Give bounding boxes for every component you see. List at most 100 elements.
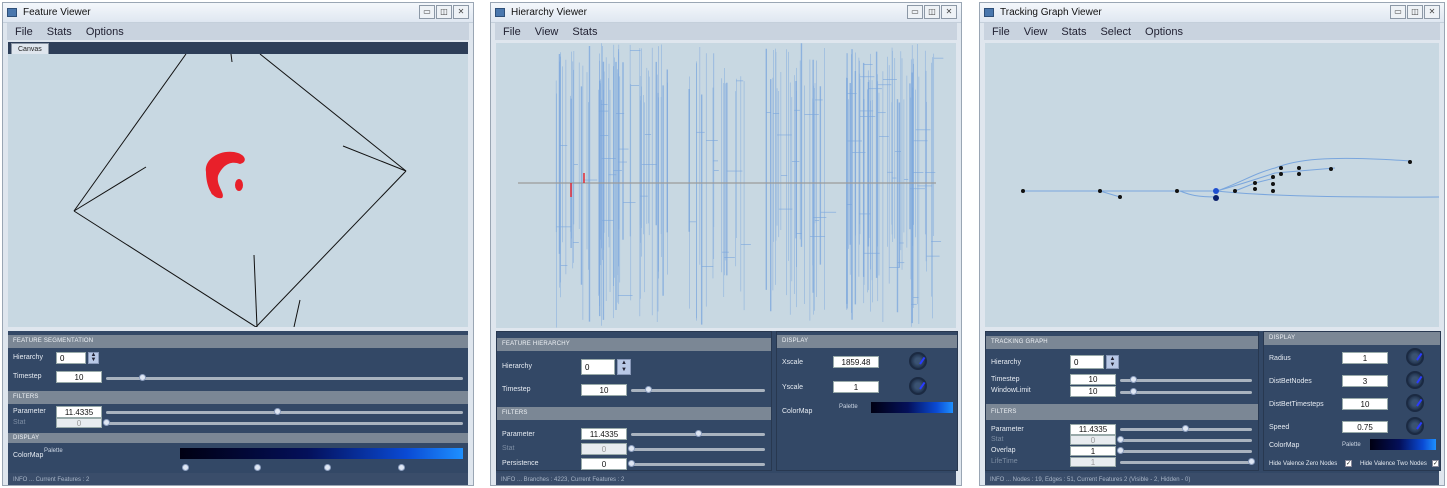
persistence-slider[interactable] <box>628 460 765 467</box>
radius-dial[interactable] <box>1406 348 1424 366</box>
colormap-gradient[interactable] <box>871 402 953 413</box>
colormap-stop[interactable] <box>254 464 261 471</box>
timestep-field[interactable]: 10 <box>581 384 627 396</box>
overlap-field[interactable]: 1 <box>1070 446 1116 456</box>
timestep-field[interactable]: 10 <box>56 371 102 383</box>
windowlimit-field[interactable]: 10 <box>1070 386 1116 397</box>
stat-slider[interactable] <box>628 445 765 452</box>
stat-knob[interactable] <box>103 419 110 426</box>
maximize-icon[interactable]: ◫ <box>1407 5 1423 19</box>
windowlimit-slider[interactable] <box>1120 388 1252 395</box>
stat-field[interactable]: 0 <box>56 418 102 428</box>
minimize-icon[interactable]: ▭ <box>907 5 923 19</box>
distbettimesteps-field[interactable]: 10 <box>1342 398 1388 410</box>
minimize-icon[interactable]: ▭ <box>1390 5 1406 19</box>
menu-stats[interactable]: Stats <box>1061 26 1086 38</box>
tracking-graph-render <box>1021 157 1439 201</box>
close-icon[interactable]: ✕ <box>1424 5 1440 19</box>
hierarchy-spinbox[interactable]: 0 <box>581 359 615 375</box>
menu-file[interactable]: File <box>992 26 1010 38</box>
menu-options[interactable]: Options <box>1145 26 1183 38</box>
hierarchy-panel: FEATURE HIERARCHY Hierarchy 0 ▲ ▼ Timeste… <box>496 331 958 485</box>
hierarchy-canvas[interactable] <box>496 43 956 328</box>
hide-two-checkbox[interactable]: ✓ <box>1432 460 1439 467</box>
speed-field[interactable]: 0.75 <box>1342 421 1388 433</box>
yscale-field[interactable]: 1 <box>833 381 879 393</box>
radius-field[interactable]: 1 <box>1342 352 1388 364</box>
hierarchy-label: Hierarchy <box>502 363 532 370</box>
close-icon[interactable]: ✕ <box>941 5 957 19</box>
menu-file[interactable]: File <box>15 26 33 38</box>
hierarchy-spinbox[interactable]: 0 <box>56 352 86 364</box>
menu-stats[interactable]: Stats <box>572 26 597 38</box>
lifetime-slider[interactable] <box>1120 458 1255 465</box>
hide-zero-checkbox[interactable]: ✓ <box>1345 460 1352 467</box>
feature-canvas[interactable] <box>8 54 468 327</box>
hierarchy-spin-arrows[interactable]: ▲ ▼ <box>617 359 631 375</box>
hierarchy-label: Hierarchy <box>13 354 43 361</box>
maximize-icon[interactable]: ◫ <box>924 5 940 19</box>
menu-view[interactable]: View <box>1024 26 1048 38</box>
distbetnodes-dial[interactable] <box>1406 371 1424 389</box>
parameter-field[interactable]: 11.4335 <box>56 406 102 418</box>
timestep-slider[interactable] <box>1120 376 1252 383</box>
parameter-field[interactable]: 11.4335 <box>1070 424 1116 435</box>
persistence-knob[interactable] <box>628 460 635 467</box>
parameter-knob[interactable] <box>695 430 702 437</box>
timestep-knob[interactable] <box>1130 376 1137 383</box>
menu-file[interactable]: File <box>503 26 521 38</box>
radius-label: Radius <box>1269 355 1291 362</box>
menu-stats[interactable]: Stats <box>47 26 72 38</box>
persistence-field[interactable]: 0 <box>581 458 627 470</box>
persistence-label: Persistence <box>502 460 539 467</box>
timestep-knob[interactable] <box>139 374 146 381</box>
colormap-stop[interactable] <box>398 464 405 471</box>
xscale-dial[interactable] <box>909 352 927 370</box>
parameter-slider[interactable] <box>631 430 765 437</box>
colormap-gradient[interactable] <box>1370 439 1436 450</box>
timestep-knob[interactable] <box>645 386 652 393</box>
menu-view[interactable]: View <box>535 26 559 38</box>
minimize-icon[interactable]: ▭ <box>419 5 435 19</box>
timestep-slider[interactable] <box>631 386 765 393</box>
lifetime-knob[interactable] <box>1248 458 1255 465</box>
distbetnodes-field[interactable]: 3 <box>1342 375 1388 387</box>
colormap-stop[interactable] <box>324 464 331 471</box>
hierarchy-spin-arrows[interactable]: ▲ ▼ <box>88 352 99 364</box>
left-panel: TRACKING GRAPH Hierarchy 0 ▲ ▼ Timestep 1… <box>985 331 1259 471</box>
stat-field[interactable]: 0 <box>1070 435 1116 445</box>
menu-options[interactable]: Options <box>86 26 124 38</box>
windowlimit-knob[interactable] <box>1130 388 1137 395</box>
lifetime-field[interactable]: 1 <box>1070 457 1116 467</box>
stat-slider[interactable] <box>103 419 463 426</box>
distbettimesteps-dial[interactable] <box>1406 394 1424 412</box>
stat-slider[interactable] <box>1117 436 1252 443</box>
overlap-knob[interactable] <box>1117 447 1124 454</box>
tab-canvas[interactable]: Canvas <box>11 43 49 54</box>
parameter-field[interactable]: 11.4335 <box>581 428 627 440</box>
stat-field[interactable]: 0 <box>581 443 627 455</box>
hierarchy-spinbox[interactable]: 0 <box>1070 355 1104 369</box>
stat-knob[interactable] <box>1117 436 1124 443</box>
close-icon[interactable]: ✕ <box>453 5 469 19</box>
speed-dial[interactable] <box>1406 417 1424 435</box>
xscale-field[interactable]: 1859.48 <box>833 356 879 368</box>
left-panel: FEATURE HIERARCHY Hierarchy 0 ▲ ▼ Timeste… <box>496 331 772 471</box>
maximize-icon[interactable]: ◫ <box>436 5 452 19</box>
parameter-knob[interactable] <box>274 408 281 415</box>
yscale-dial[interactable] <box>909 377 927 395</box>
stat-label: Stat <box>991 436 1004 443</box>
overlap-slider[interactable] <box>1117 447 1252 454</box>
timestep-field[interactable]: 10 <box>1070 374 1116 385</box>
timestep-slider[interactable] <box>106 374 463 381</box>
parameter-slider[interactable] <box>106 408 463 415</box>
stat-knob[interactable] <box>628 445 635 452</box>
tracking-canvas[interactable] <box>985 43 1439 327</box>
parameter-slider[interactable] <box>1120 425 1252 432</box>
app-icon <box>7 8 17 17</box>
colormap-gradient[interactable] <box>180 448 463 459</box>
colormap-stop[interactable] <box>182 464 189 471</box>
hierarchy-spin-arrows[interactable]: ▲ ▼ <box>1106 355 1119 369</box>
menu-select[interactable]: Select <box>1100 26 1131 38</box>
parameter-knob[interactable] <box>1182 425 1189 432</box>
